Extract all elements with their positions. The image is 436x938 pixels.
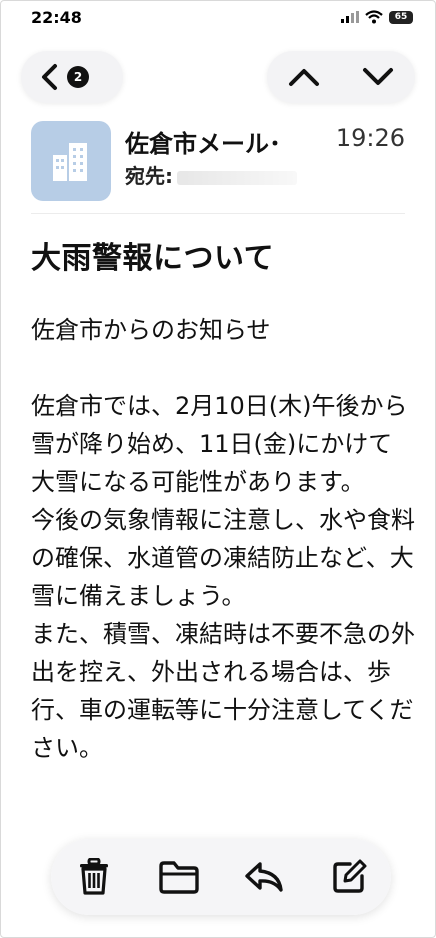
message-body: 佐倉市からのお知らせ 佐倉市では、2月10日(木)午後から雪が降り始め、11日(… bbox=[31, 311, 416, 767]
reply-icon bbox=[243, 860, 285, 894]
body-paragraph: 今後の気象情報に注意し、水や食料の確保、水道管の凍結防止など、大雪に備えましょう… bbox=[31, 506, 415, 610]
message-header: 佐倉市メール･ 19:26 宛先: bbox=[1, 116, 435, 216]
recipient-redacted bbox=[177, 170, 297, 185]
delete-button[interactable] bbox=[68, 851, 120, 903]
status-bar: 22:48 65 bbox=[1, 1, 435, 35]
bottom-toolbar bbox=[51, 839, 391, 915]
trash-icon bbox=[77, 858, 111, 896]
move-to-folder-button[interactable] bbox=[153, 851, 205, 903]
status-icons: 65 bbox=[341, 10, 413, 24]
wifi-icon bbox=[365, 10, 383, 24]
compose-button[interactable] bbox=[323, 851, 375, 903]
message-navigation bbox=[267, 51, 415, 103]
building-icon bbox=[47, 137, 95, 185]
mail-nav-bar: 2 bbox=[1, 45, 435, 107]
chevron-up-icon[interactable] bbox=[287, 66, 321, 88]
reply-button[interactable] bbox=[238, 851, 290, 903]
to-label: 宛先: bbox=[125, 164, 173, 188]
mail-screen: 22:48 65 2 佐倉市メール･ 19:26 宛先: 大雨警報について 佐倉… bbox=[0, 0, 436, 938]
chevron-down-icon[interactable] bbox=[361, 66, 395, 88]
cellular-signal-icon bbox=[341, 11, 359, 23]
status-time: 22:48 bbox=[31, 8, 82, 27]
battery-icon: 65 bbox=[389, 10, 413, 24]
folder-icon bbox=[158, 860, 200, 894]
message-subject: 大雨警報について bbox=[31, 241, 275, 276]
compose-icon bbox=[330, 858, 368, 896]
body-paragraph: また、積雪、凍結時は不要不急の外出を控え、外出される場合は、歩行、車の運転等に十… bbox=[31, 620, 415, 762]
back-button[interactable]: 2 bbox=[21, 51, 123, 103]
body-paragraph: 佐倉市では、2月10日(木)午後から雪が降り始め、11日(金)にかけて大雪になる… bbox=[31, 392, 408, 496]
sender-avatar[interactable] bbox=[31, 121, 111, 201]
chevron-left-icon bbox=[39, 63, 59, 91]
unread-count-badge: 2 bbox=[67, 66, 89, 88]
body-paragraph: 佐倉市からのお知らせ bbox=[31, 316, 271, 344]
sender-name[interactable]: 佐倉市メール･ bbox=[125, 124, 281, 159]
received-time: 19:26 bbox=[335, 124, 405, 152]
recipient-row[interactable]: 宛先: bbox=[125, 160, 297, 189]
header-divider bbox=[31, 213, 405, 214]
